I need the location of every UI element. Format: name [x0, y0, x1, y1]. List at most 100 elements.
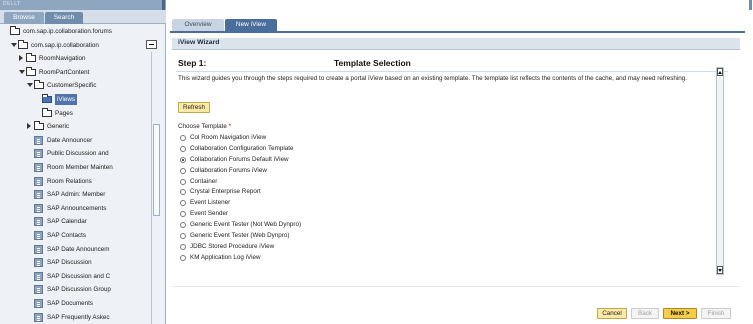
tree-item[interactable]: SAP Discussion and C — [0, 271, 150, 282]
template-option[interactable]: KM Application Log iView — [178, 253, 478, 264]
expanded-arrow-icon[interactable] — [11, 42, 17, 47]
tree-item-label: iViews — [55, 94, 78, 105]
template-list-scrollbar[interactable] — [716, 67, 724, 275]
tree-item[interactable]: iViews — [0, 94, 150, 105]
tree-item[interactable]: Date Announcer — [0, 135, 150, 146]
template-option-label: Collaboration Forums Default iView — [190, 155, 289, 163]
tab-overview[interactable]: Overview — [172, 19, 224, 31]
template-option[interactable]: Generic Event Tester (Not Web Dynpro) — [178, 220, 478, 231]
radio-icon[interactable] — [180, 200, 186, 207]
radio-icon[interactable] — [180, 254, 186, 261]
tree-item[interactable]: SAP Contacts — [0, 230, 150, 241]
template-option[interactable]: Col Room Navigation iView — [178, 133, 478, 144]
refresh-button[interactable]: Refresh — [178, 102, 211, 113]
folder-icon — [34, 121, 44, 131]
template-option[interactable]: Generic Event Tester (Web Dynpro) — [178, 231, 478, 242]
radio-icon[interactable] — [180, 135, 186, 141]
radio-icon[interactable] — [180, 178, 186, 185]
radio-icon[interactable] — [180, 145, 186, 152]
right-resize-handle[interactable] — [749, 0, 752, 10]
required-marker: * — [228, 123, 232, 130]
tree-scrollbar-thumb[interactable] — [153, 124, 160, 216]
template-option-label: Event Listener — [190, 199, 231, 207]
template-option[interactable]: Event Listener — [178, 198, 478, 209]
scroll-down-button[interactable] — [717, 266, 723, 274]
iview-document-icon — [34, 231, 43, 240]
wizard-content: Step 1: Template Selection This wizard g… — [172, 52, 740, 282]
navigation-tabs: Browse Search — [0, 10, 166, 24]
tree-item-label: CustomerSpecific — [47, 82, 97, 90]
choose-template-label: Choose Template * — [178, 123, 231, 130]
template-option[interactable]: Collaboration Forums iView — [178, 166, 478, 177]
tree-item-label: com.sap.ip.collaboration.forums — [23, 28, 112, 35]
radio-icon[interactable] — [180, 243, 186, 250]
main-tabs: Overview New iView — [170, 19, 753, 31]
template-option-label: Event Sender — [190, 210, 229, 218]
next-button[interactable]: Next > — [663, 308, 697, 319]
collapse-all-button[interactable] — [146, 40, 157, 49]
panel-resize-handle[interactable] — [162, 0, 165, 10]
tree-item[interactable]: Room Member Mainten — [0, 162, 150, 173]
radio-selected-icon[interactable] — [180, 156, 186, 163]
tree-item-label: SAP Frequently Askec — [47, 313, 110, 321]
tab-browse[interactable]: Browse — [4, 12, 44, 24]
template-option[interactable]: Container — [178, 177, 478, 188]
tab-new-iview[interactable]: New iView — [225, 19, 277, 31]
radio-icon[interactable] — [180, 189, 186, 196]
finish-button[interactable]: Finish — [701, 308, 731, 319]
template-option-label: JDBC Stored Procedure iView — [190, 242, 275, 250]
tree-item[interactable]: Pages — [0, 107, 150, 119]
iview-document-icon — [34, 258, 43, 268]
tree-scrollbar[interactable] — [151, 52, 160, 324]
scroll-up-button[interactable] — [717, 68, 723, 76]
tree-item[interactable]: SAP Frequently Askec — [0, 312, 150, 323]
tree-item[interactable]: CustomerSpecific — [0, 80, 150, 91]
tree-item-label: RoomPartContent — [39, 68, 90, 76]
tree-item[interactable]: SAP Date Announcem — [0, 244, 150, 255]
iview-document-icon — [34, 299, 43, 308]
tree-item[interactable]: SAP Announcements — [0, 203, 150, 214]
template-option[interactable]: Crystal Enterprise Report — [178, 187, 478, 198]
footer-divider — [172, 286, 740, 287]
tree-item[interactable]: RoomPartContent — [0, 66, 150, 78]
folder-icon — [10, 26, 20, 35]
expanded-arrow-icon[interactable] — [19, 69, 25, 74]
tree-item-label: Pages — [55, 109, 73, 117]
iview-document-icon — [34, 149, 43, 159]
radio-icon[interactable] — [180, 167, 186, 174]
cancel-button[interactable]: Cancel — [597, 308, 627, 319]
template-option[interactable]: Collaboration Configuration Template — [178, 144, 478, 155]
back-button[interactable]: Back — [631, 308, 659, 319]
tree-item[interactable]: SAP Documents — [0, 298, 150, 309]
tree-item[interactable]: SAP Calendar — [0, 216, 150, 227]
radio-icon[interactable] — [180, 211, 186, 218]
tree-item[interactable]: Public Discussion and — [0, 148, 150, 159]
folder-icon — [42, 107, 52, 117]
radio-icon[interactable] — [180, 222, 186, 229]
tree-item-label: RoomNavigation — [39, 55, 86, 63]
tree-item-label: SAP Discussion — [47, 259, 92, 267]
tree-item-label: Date Announcer — [47, 136, 93, 144]
template-option-label: Generic Event Tester (Not Web Dynpro) — [190, 221, 302, 229]
tree-item[interactable]: com.sap.ip.collaboration.forums — [0, 26, 150, 37]
tree-item[interactable]: SAP Admin: Member — [0, 189, 150, 200]
tab-search[interactable]: Search — [45, 12, 83, 24]
iview-document-icon — [34, 285, 43, 295]
collapsed-arrow-icon[interactable] — [19, 55, 23, 62]
tree-item[interactable]: SAP Discussion Group — [0, 284, 150, 295]
tree-item[interactable]: SAP Discussion — [0, 257, 150, 268]
template-option[interactable]: JDBC Stored Procedure iView — [178, 242, 478, 253]
iview-document-icon — [34, 176, 43, 186]
tree-item[interactable]: RoomNavigation — [0, 53, 150, 64]
tree-item[interactable]: Room Relations — [0, 176, 150, 187]
template-option[interactable]: Event Sender — [178, 209, 478, 220]
iview-document-icon — [34, 312, 43, 322]
tree-item[interactable]: Generic — [0, 121, 150, 132]
template-option-label: Collaboration Configuration Template — [190, 144, 294, 152]
radio-icon[interactable] — [180, 233, 186, 240]
template-option[interactable]: Collaboration Forums Default iView — [178, 155, 478, 166]
tree-item[interactable]: com.sap.ip.collaboration — [0, 39, 150, 51]
tree-item-label: SAP Contacts — [47, 232, 87, 239]
expanded-arrow-icon[interactable] — [27, 83, 33, 88]
collapsed-arrow-icon[interactable] — [27, 123, 31, 130]
